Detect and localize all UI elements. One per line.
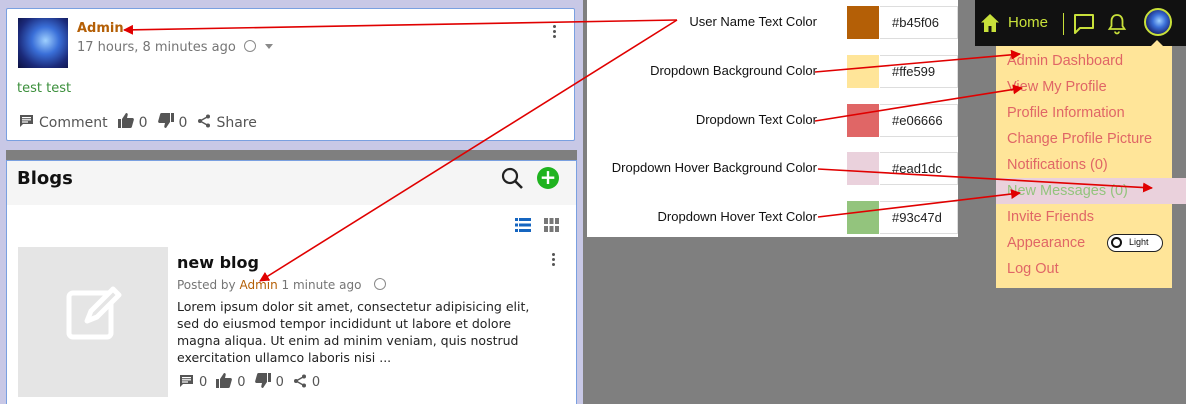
globe-icon	[374, 278, 387, 290]
color-label: Dropdown Hover Background Color	[611, 160, 817, 175]
user-dropdown-menu: Admin Dashboard View My Profile Profile …	[996, 46, 1186, 288]
post-author-avatar[interactable]	[18, 18, 68, 68]
toggle-knob-icon	[1111, 237, 1122, 248]
thumbs-down-icon	[254, 373, 271, 392]
menu-item-new-messages[interactable]: New Messages (0)	[996, 178, 1186, 204]
share-label: Share	[216, 114, 257, 131]
search-icon[interactable]	[501, 167, 523, 189]
color-hex-input[interactable]: #ffe599	[880, 55, 958, 88]
color-row-dropdown-hover-bg: Dropdown Hover Background Color #ead1dc	[587, 148, 958, 188]
color-hex-input[interactable]: #b45f06	[880, 6, 958, 39]
comment-label: Comment	[39, 114, 108, 131]
menu-item-view-profile[interactable]: View My Profile	[996, 74, 1172, 100]
color-row-dropdown-hover-text: Dropdown Hover Text Color #93c47d	[587, 197, 958, 237]
privacy-caret-icon[interactable]	[265, 44, 274, 49]
post-card: Admin 17 hours, 8 minutes ago test test …	[6, 8, 575, 141]
edit-icon	[66, 286, 122, 340]
like-button[interactable]: 0	[117, 113, 148, 132]
blogs-title: Blogs	[17, 168, 73, 189]
blog-time: 1 minute ago	[281, 278, 362, 292]
like-count: 0	[138, 114, 148, 131]
blog-share-button[interactable]: 0	[293, 374, 320, 392]
menu-item-admin-dashboard[interactable]: Admin Dashboard	[996, 48, 1172, 74]
menu-item-appearance-label: Appearance	[1007, 235, 1086, 251]
color-swatch[interactable]	[847, 55, 879, 88]
dislike-count: 0	[178, 114, 188, 131]
grid-view-icon[interactable]	[544, 218, 559, 232]
thumbs-up-icon	[216, 373, 233, 392]
post-author-name[interactable]: Admin	[77, 21, 124, 36]
user-avatar[interactable]	[1144, 8, 1172, 36]
post-time-text: 17 hours, 8 minutes ago	[77, 40, 236, 55]
posted-by-label: Posted by	[177, 278, 236, 292]
comment-icon	[179, 374, 194, 392]
blogs-header: Blogs +	[7, 161, 576, 205]
color-swatch[interactable]	[847, 104, 879, 137]
blog-like-button[interactable]: 0	[216, 373, 246, 392]
dislike-button[interactable]: 0	[157, 113, 188, 132]
comment-button[interactable]: Comment	[19, 114, 108, 132]
thumbs-up-icon	[117, 113, 134, 132]
blog-author-name[interactable]: Admin	[239, 278, 277, 292]
color-swatch[interactable]	[847, 6, 879, 39]
blog-thumbnail[interactable]	[18, 247, 168, 397]
menu-item-log-out[interactable]: Log Out	[996, 256, 1172, 282]
add-blog-button[interactable]: +	[537, 167, 559, 189]
post-more-icon[interactable]	[553, 25, 556, 38]
color-label: Dropdown Hover Text Color	[657, 209, 817, 224]
color-row-dropdown-text: Dropdown Text Color #e06666	[587, 100, 958, 140]
list-view-icon[interactable]	[515, 218, 531, 232]
blogs-card: Blogs + new blog Posted by Admin 1 minut…	[6, 160, 577, 404]
chat-icon[interactable]	[1073, 13, 1095, 35]
color-swatch[interactable]	[847, 201, 879, 234]
menu-item-notifications[interactable]: Notifications (0)	[996, 152, 1172, 178]
blog-stats: 0 0 0 0	[179, 373, 329, 392]
blog-comment-button[interactable]: 0	[179, 374, 207, 392]
color-swatch[interactable]	[847, 152, 879, 185]
post-timestamp: 17 hours, 8 minutes ago	[77, 40, 274, 55]
menu-item-change-profile-picture[interactable]: Change Profile Picture	[996, 126, 1172, 152]
blog-excerpt: Lorem ipsum dolor sit amet, consectetur …	[177, 299, 530, 365]
home-icon[interactable]	[980, 13, 1000, 33]
share-icon	[197, 114, 211, 132]
share-button[interactable]: Share	[197, 114, 257, 132]
color-row-username: User Name Text Color #b45f06	[587, 2, 958, 42]
color-label: Dropdown Text Color	[695, 112, 817, 127]
appearance-toggle[interactable]: Light	[1107, 234, 1163, 252]
blog-dislike-button[interactable]: 0	[254, 373, 284, 392]
menu-item-invite-friends[interactable]: Invite Friends	[996, 204, 1172, 230]
comment-icon	[19, 114, 34, 132]
nav-home-link[interactable]: Home	[1008, 14, 1048, 31]
blog-more-icon[interactable]	[552, 253, 555, 266]
blog-comment-count: 0	[199, 375, 208, 390]
color-label: User Name Text Color	[689, 14, 817, 29]
color-label: Dropdown Background Color	[650, 63, 817, 78]
bell-icon[interactable]	[1107, 13, 1127, 35]
globe-icon	[243, 40, 256, 52]
blog-like-count: 0	[237, 375, 246, 390]
blog-dislike-count: 0	[275, 375, 284, 390]
post-text: test test	[17, 81, 72, 96]
appearance-toggle-label: Light	[1129, 237, 1149, 247]
color-row-dropdown-bg: Dropdown Background Color #ffe599	[587, 51, 958, 91]
blog-title[interactable]: new blog	[177, 253, 259, 272]
color-hex-input[interactable]: #93c47d	[880, 201, 958, 234]
share-icon	[293, 374, 307, 392]
blog-meta: Posted by Admin 1 minute ago	[177, 278, 387, 292]
background-lavender-right	[577, 150, 583, 404]
menu-item-appearance[interactable]: Appearance Light	[996, 230, 1172, 256]
color-settings-panel: User Name Text Color #b45f06 Dropdown Ba…	[587, 0, 958, 237]
nav-divider	[1063, 13, 1064, 35]
thumbs-down-icon	[157, 113, 174, 132]
post-actions: Comment 0 0 Share	[19, 113, 267, 132]
blog-share-count: 0	[311, 375, 321, 390]
menu-item-profile-information[interactable]: Profile Information	[996, 100, 1172, 126]
color-hex-input[interactable]: #ead1dc	[880, 152, 958, 185]
color-hex-input[interactable]: #e06666	[880, 104, 958, 137]
